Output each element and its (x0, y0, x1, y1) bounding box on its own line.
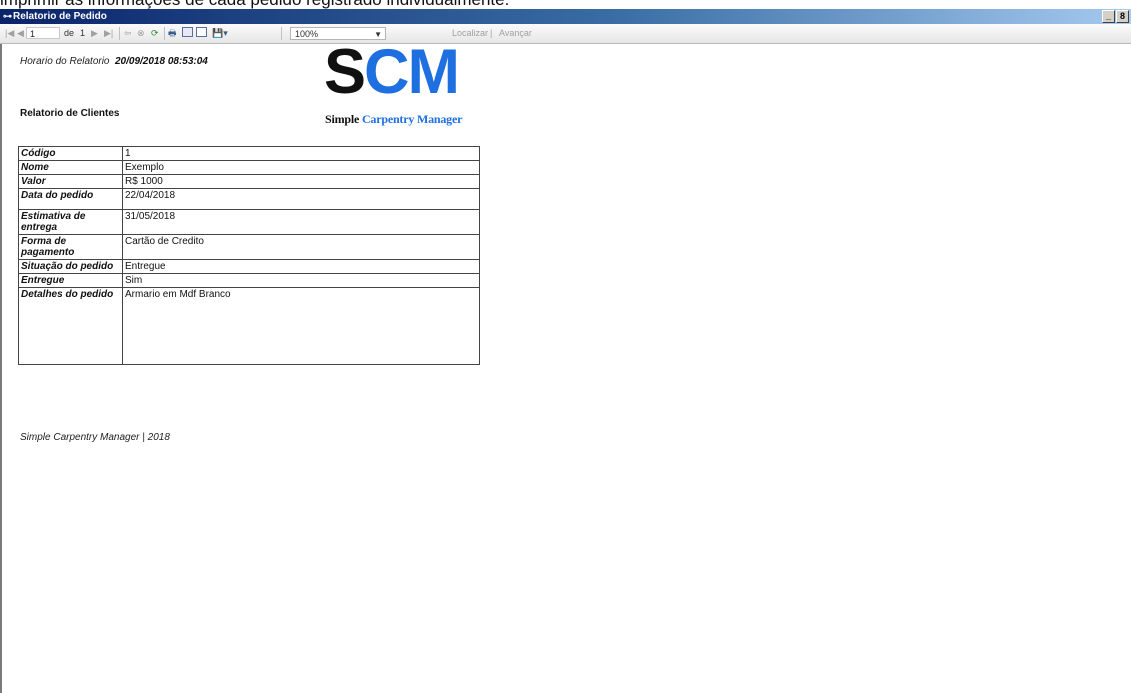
table-row: Nome Exemplo (18, 160, 480, 175)
minimize-button[interactable]: _ (1102, 10, 1115, 23)
field-value: Sim (122, 273, 480, 288)
field-label: Nome (18, 160, 123, 175)
field-value: Armario em Mdf Branco (122, 287, 480, 365)
field-label: Valor (18, 174, 123, 189)
page-of-label: de (64, 28, 75, 38)
report-viewer-toolbar: |◀ ◀ 1 de 1 ▶ ▶| ⇦ ⊗ ⟳ 🖶 💾▾ 100% ▼ Local… (0, 24, 1131, 44)
field-label: Entregue (18, 273, 123, 288)
find-next-button[interactable]: Avançar (499, 27, 532, 39)
viewer-left-border (0, 44, 2, 693)
report-footer: Simple Carpentry Manager | 2018 (20, 432, 170, 443)
table-row: Código 1 (18, 146, 480, 161)
refresh-icon[interactable]: ⟳ (151, 27, 159, 39)
table-row: Estimativa de entrega 31/05/2018 (18, 209, 480, 235)
scm-logo: SCM Simple Carpentry Manager (322, 37, 504, 129)
print-icon[interactable]: 🖶 (168, 27, 177, 39)
order-details-table: Código 1 Nome Exemplo Valor R$ 1000 Data… (18, 146, 480, 365)
previous-page-icon[interactable]: ◀ (17, 27, 24, 39)
field-label: Código (18, 146, 123, 161)
table-row: Forma de pagamento Cartão de Credito (18, 234, 480, 260)
first-page-icon[interactable]: |◀ (5, 27, 14, 39)
field-value: 31/05/2018 (122, 209, 480, 235)
table-row: Situação do pedido Entregue (18, 259, 480, 274)
restore-button[interactable]: 8 (1116, 10, 1129, 23)
field-value: R$ 1000 (122, 174, 480, 189)
next-page-icon[interactable]: ▶ (91, 27, 98, 39)
report-heading: Relatorio de Clientes (20, 108, 120, 119)
window-title: Relatorio de Pedido (13, 11, 107, 22)
logo-subtitle-carpentry: Carpentry Manager (361, 112, 463, 126)
table-row: Detalhes do pedido Armario em Mdf Branco (18, 287, 480, 365)
logo-subtitle-simple: Simple (325, 112, 360, 126)
field-value: Cartão de Credito (122, 234, 480, 260)
table-row: Data do pedido 22/04/2018 (18, 188, 480, 210)
field-value: Entregue (122, 259, 480, 274)
export-icon[interactable]: 💾▾ (212, 27, 228, 39)
report-app-icon: ⊶ (3, 11, 12, 21)
field-label: Situação do pedido (18, 259, 123, 274)
table-row: Entregue Sim (18, 273, 480, 288)
field-value: 1 (122, 146, 480, 161)
field-label: Data do pedido (18, 188, 123, 210)
toolbar-separator (164, 27, 165, 40)
field-value: 22/04/2018 (122, 188, 480, 210)
total-pages: 1 (80, 28, 86, 38)
field-label: Estimativa de entrega (18, 209, 123, 235)
zoom-value: 100% (295, 29, 319, 39)
back-icon[interactable]: ⇦ (124, 27, 132, 39)
report-time-label: Horario do Relatorio (20, 56, 110, 67)
logo-letter-s: S (324, 37, 366, 107)
report-time-value: 20/09/2018 08:53:04 (115, 56, 208, 67)
find-separator: | (490, 28, 493, 38)
last-page-icon[interactable]: ▶| (104, 27, 113, 39)
toolbar-separator (119, 27, 120, 40)
window-titlebar[interactable]: ⊶ Relatorio de Pedido _ 8 (0, 9, 1131, 24)
window-controls: _ 8 (1102, 10, 1129, 23)
field-label: Forma de pagamento (18, 234, 123, 260)
stop-icon[interactable]: ⊗ (137, 27, 145, 39)
field-value: Exemplo (122, 160, 480, 175)
current-page-input[interactable]: 1 (26, 27, 60, 39)
page-setup-icon[interactable] (196, 27, 207, 39)
logo-letters-cm: CM (364, 37, 460, 107)
page-caption: imprimir as informações de cada pedido r… (0, 0, 1131, 9)
field-label: Detalhes do pedido (18, 287, 123, 365)
table-row: Valor R$ 1000 (18, 174, 480, 189)
print-layout-icon[interactable] (182, 27, 193, 39)
toolbar-separator (281, 27, 282, 40)
